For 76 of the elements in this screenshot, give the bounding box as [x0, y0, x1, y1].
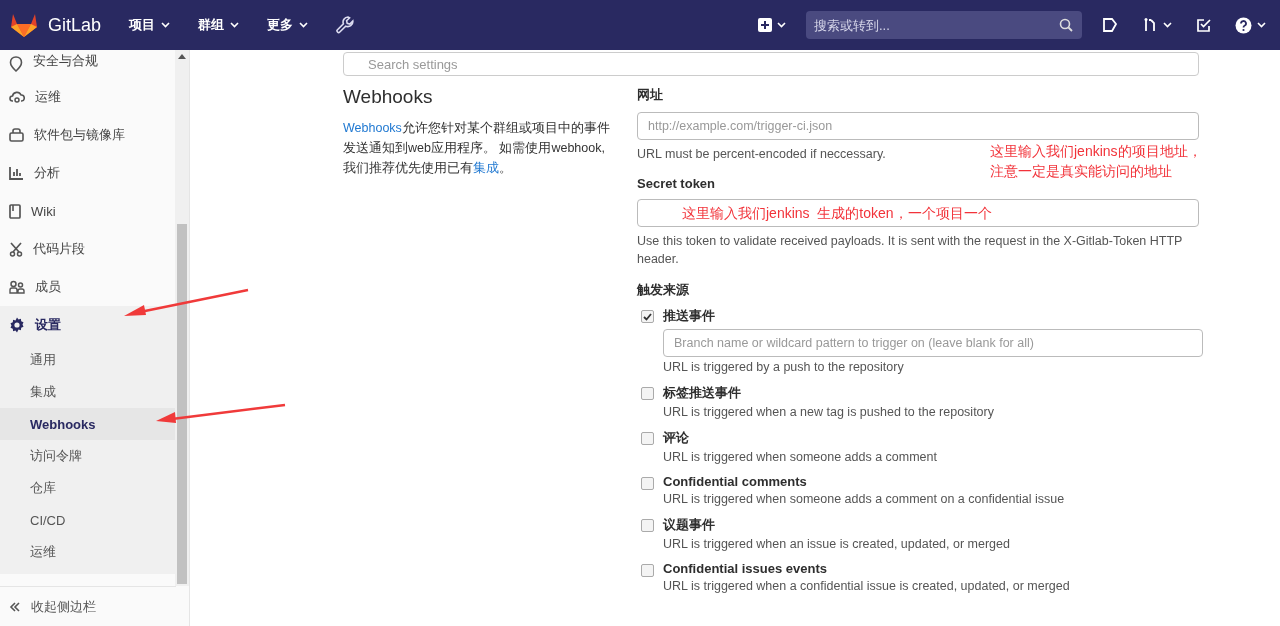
sidebar-item[interactable]: 软件包与镜像库: [0, 116, 176, 154]
sidebar-item[interactable]: Wiki: [0, 192, 176, 230]
search-icon: [1059, 18, 1073, 32]
annotation-text: 这里输入我们jenkins 生成的token，一个项目一个: [682, 204, 992, 223]
brand-name[interactable]: GitLab: [48, 14, 102, 36]
checkbox[interactable]: [641, 564, 654, 577]
issues-icon: [1102, 17, 1118, 33]
plus-icon: [758, 18, 772, 32]
sidebar-item[interactable]: 安全与合规: [0, 50, 176, 78]
token-field[interactable]: [637, 199, 1199, 227]
nav-menu[interactable]: 群组: [194, 12, 244, 38]
sidebar-subitem[interactable]: 通用: [0, 344, 176, 376]
gear-icon: [9, 317, 25, 333]
checkbox[interactable]: [641, 432, 654, 445]
sidebar-subitem[interactable]: Webhooks: [0, 408, 176, 440]
trigger-description: URL is triggered when a new tag is pushed to the repository: [663, 405, 994, 419]
checkbox-label: Confidential issues events: [663, 561, 828, 576]
checkbox-label: 标签推送事件: [663, 384, 742, 402]
checkbox[interactable]: [641, 310, 654, 323]
checkbox-label: 议题事件: [663, 516, 716, 534]
fox-logo-icon[interactable]: [10, 12, 38, 38]
help-text: URL must be percent-encoded if neccessary.: [637, 146, 886, 163]
double-chevron-icon: [9, 600, 21, 613]
sidebar-subitem[interactable]: 集成: [0, 376, 176, 408]
section-description: Webhooks允许您针对某个群组或项目中的事件发送通知到web应用程序。 如需使用webhook, 我们推荐优先使用已有集成。: [343, 120, 610, 177]
webhooks-link[interactable]: Webhooks: [343, 121, 402, 135]
caret-icon: [161, 22, 171, 28]
section-label: 触发来源: [637, 281, 690, 299]
search-field[interactable]: 搜索或转到...: [806, 11, 1082, 39]
sidebar-item[interactable]: 运维: [0, 78, 176, 116]
sidebar-item[interactable]: 分析: [0, 154, 176, 192]
cloud-icon: [9, 90, 25, 104]
branch-field[interactable]: Branch name or wildcard pattern to trigger on (leave blank for all): [663, 329, 1203, 357]
help-text: Use this token to validate received payloads. It is sent with the request in the X-Gitlab-Token HTTP header.: [637, 233, 1184, 268]
book-icon: [9, 203, 21, 219]
sidebar-subitem[interactable]: 运维: [0, 536, 176, 568]
caret-icon: [299, 22, 309, 28]
todo-icon: [1196, 17, 1211, 33]
package-icon: [9, 128, 24, 142]
nav-menu[interactable]: 项目: [125, 12, 175, 38]
caret-icon: [1163, 22, 1172, 28]
checkbox[interactable]: [641, 519, 654, 532]
caret-icon: [1257, 22, 1266, 28]
caret-icon: [230, 22, 240, 28]
sidebar-subitem[interactable]: CI/CD: [0, 504, 176, 536]
merge-request-icon: [1142, 17, 1158, 33]
sidebar-item[interactable]: 成员: [0, 268, 176, 306]
trigger-description: URL is triggered by a push to the repository: [663, 360, 905, 374]
help-icon: [1235, 16, 1252, 34]
trigger-description: URL is triggered when someone adds a comment: [663, 450, 937, 464]
url-field[interactable]: http://example.com/trigger-ci.json: [637, 112, 1199, 140]
scroll-up-icon[interactable]: [178, 54, 186, 59]
checkbox[interactable]: [641, 387, 654, 400]
nav-menu[interactable]: 更多: [263, 12, 313, 38]
scissors-icon: [9, 241, 23, 257]
trigger-description: URL is triggered when an issue is created, updated, or merged: [663, 537, 1010, 551]
field-label: Secret token: [637, 176, 717, 191]
field-label: 网址: [637, 86, 664, 104]
sidebar-subitem[interactable]: 仓库: [0, 472, 176, 504]
checkbox-label: 推送事件: [663, 307, 716, 325]
sidebar-subitem[interactable]: 访问令牌: [0, 440, 176, 472]
section-title: Webhooks: [343, 86, 434, 108]
trigger-description: URL is triggered when someone adds a comment on a confidential issue: [663, 492, 1065, 506]
checkbox-label: Confidential comments: [663, 474, 808, 489]
chart-icon: [9, 166, 24, 180]
sidebar-item[interactable]: 代码片段: [0, 230, 176, 268]
members-icon: [9, 280, 25, 294]
checkbox-label: 评论: [663, 429, 690, 447]
integrations-link[interactable]: 集成: [473, 161, 499, 175]
scrollbar-thumb[interactable]: [177, 224, 187, 584]
annotation-text: 这里输入我们jenkins的项目地址， 注意一定是真实能访问的地址: [990, 142, 1202, 181]
caret-icon: [777, 22, 786, 28]
sidebar-item[interactable]: 设置: [0, 306, 176, 344]
shield-icon: [9, 56, 23, 72]
checkbox[interactable]: [641, 477, 654, 490]
trigger-description: URL is triggered when a confidential issue is created, updated, or merged: [663, 579, 1070, 593]
